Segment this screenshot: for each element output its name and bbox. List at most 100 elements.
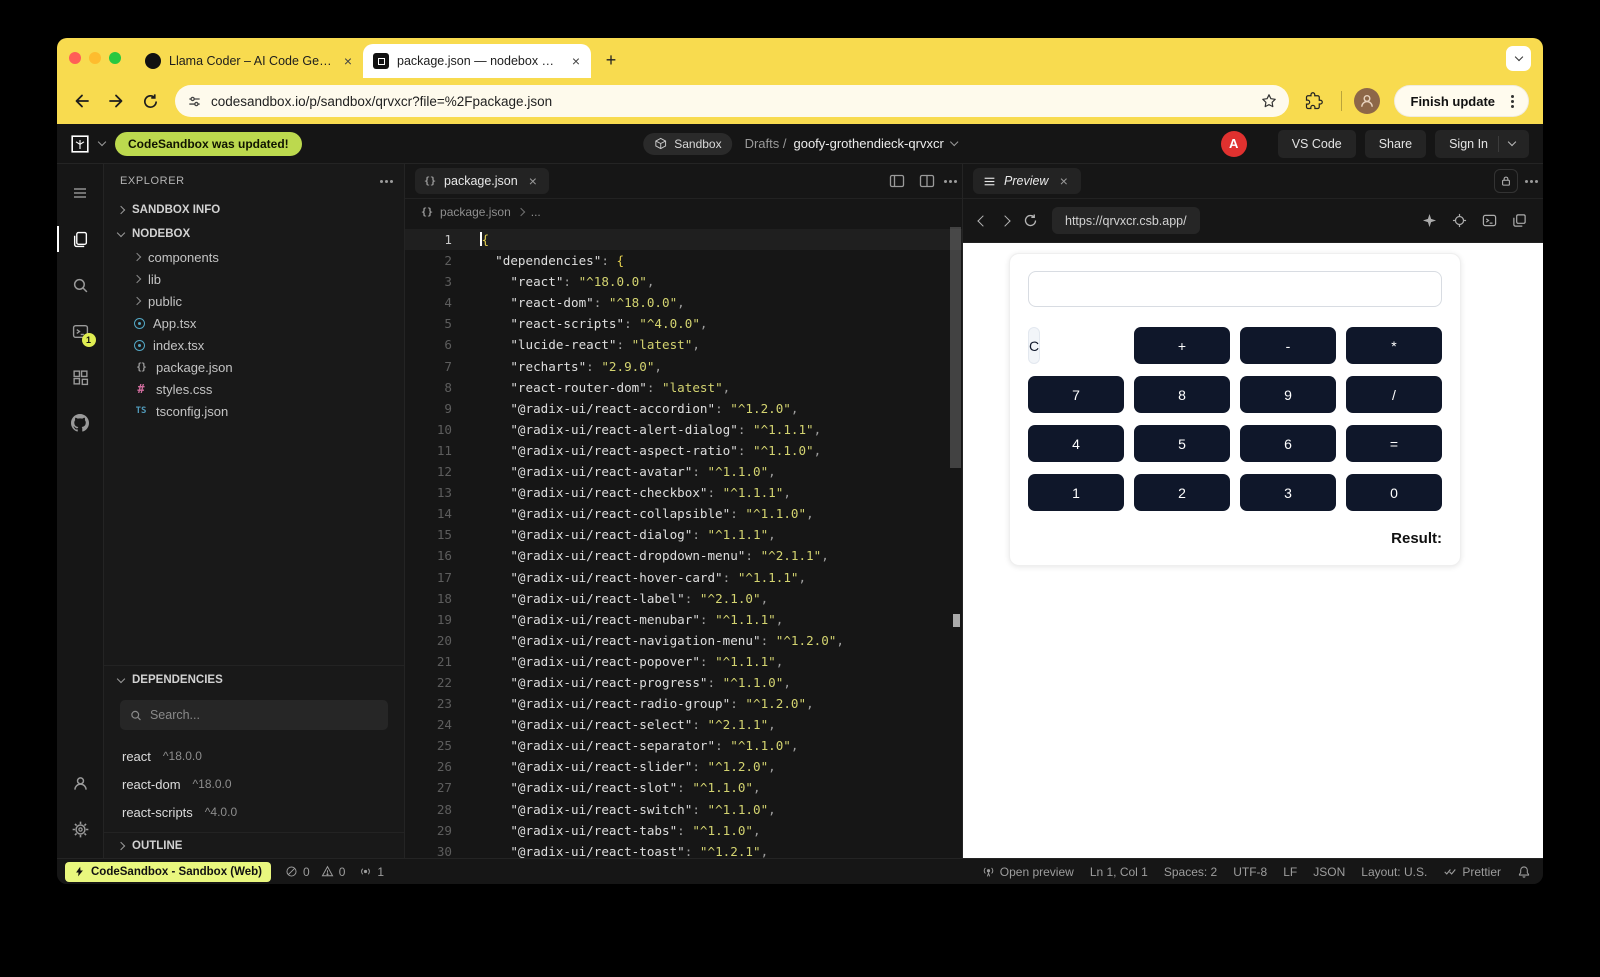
maximize-window-button[interactable] bbox=[109, 52, 121, 64]
extensions-icon[interactable] bbox=[57, 354, 104, 400]
language-mode[interactable]: JSON bbox=[1313, 865, 1345, 879]
tree-file-index.tsx[interactable]: index.tsx bbox=[104, 334, 404, 356]
keyboard-layout[interactable]: Layout: U.S. bbox=[1361, 865, 1427, 879]
lock-icon[interactable] bbox=[1494, 169, 1518, 193]
minimize-window-button[interactable] bbox=[89, 52, 101, 64]
calc-button-equals[interactable]: = bbox=[1346, 425, 1442, 462]
calc-button-digit-7[interactable]: 7 bbox=[1028, 376, 1124, 413]
dependency-search-input[interactable] bbox=[150, 708, 378, 722]
devtools-icon[interactable]: 1 bbox=[57, 308, 104, 354]
calc-button-digit-6[interactable]: 6 bbox=[1240, 425, 1336, 462]
preview-more-icon[interactable] bbox=[1530, 180, 1533, 183]
scrollbar-thumb[interactable] bbox=[950, 227, 961, 468]
editor-tab-package-json[interactable]: {} package.json × bbox=[415, 168, 549, 194]
console-icon[interactable] bbox=[1482, 213, 1497, 228]
close-preview-tab-icon[interactable]: × bbox=[1056, 173, 1070, 189]
sandbox-breadcrumb[interactable]: Drafts / goofy-grothendieck-qrvxcr bbox=[745, 136, 957, 151]
reload-button[interactable] bbox=[135, 86, 165, 116]
finish-update-menu-icon[interactable] bbox=[1511, 100, 1514, 103]
tree-file-tsconfig.json[interactable]: TStsconfig.json bbox=[104, 400, 404, 422]
encoding-setting[interactable]: UTF-8 bbox=[1233, 865, 1267, 879]
editor-scrollbar[interactable] bbox=[950, 225, 961, 858]
dependency-react-scripts[interactable]: react-scripts^4.0.0 bbox=[104, 798, 404, 826]
dependency-react[interactable]: react^18.0.0 bbox=[104, 742, 404, 770]
split-editor-icon[interactable] bbox=[919, 173, 935, 189]
close-editor-tab-icon[interactable]: × bbox=[526, 173, 540, 189]
calc-button-plus[interactable]: + bbox=[1134, 327, 1230, 364]
tree-folder-components[interactable]: components bbox=[104, 246, 404, 268]
ports-indicator[interactable]: 1 bbox=[359, 865, 384, 879]
preview-reload-icon[interactable] bbox=[1023, 213, 1038, 228]
finish-update-button[interactable]: Finish update bbox=[1394, 85, 1530, 117]
address-bar[interactable]: codesandbox.io/p/sandbox/qrvxcr?file=%2F… bbox=[175, 85, 1289, 117]
section-dependencies[interactable]: DEPENDENCIES bbox=[104, 668, 404, 692]
tree-file-App.tsx[interactable]: App.tsx bbox=[104, 312, 404, 334]
problems-indicator[interactable]: 0 0 bbox=[285, 865, 345, 879]
breadcrumb[interactable]: {} package.json ... bbox=[405, 199, 962, 225]
dependency-react-dom[interactable]: react-dom^18.0.0 bbox=[104, 770, 404, 798]
cursor-position[interactable]: Ln 1, Col 1 bbox=[1090, 865, 1148, 879]
calc-button-digit-8[interactable]: 8 bbox=[1134, 376, 1230, 413]
preview-tab[interactable]: Preview × bbox=[973, 168, 1081, 194]
editor-more-icon[interactable] bbox=[949, 180, 952, 183]
code-editor[interactable]: 1{2 "dependencies": {3 "react": "^18.0.0… bbox=[405, 225, 962, 858]
tree-file-package.json[interactable]: {}package.json bbox=[104, 356, 404, 378]
new-tab-button[interactable]: + bbox=[597, 46, 625, 74]
codesandbox-logo[interactable] bbox=[71, 135, 89, 153]
back-button[interactable] bbox=[67, 86, 97, 116]
search-icon[interactable] bbox=[57, 262, 104, 308]
logo-menu-chevron-icon[interactable] bbox=[98, 138, 106, 146]
section-sandbox-info[interactable]: SANDBOX INFO bbox=[104, 198, 404, 222]
section-outline[interactable]: OUTLINE bbox=[104, 832, 404, 858]
browser-tab-llama-coder[interactable]: Llama Coder – AI Code Gener × bbox=[135, 44, 363, 78]
toggle-sidebar-icon[interactable] bbox=[889, 173, 905, 189]
bookmark-star-icon[interactable] bbox=[1261, 93, 1277, 109]
calc-button-digit-9[interactable]: 9 bbox=[1240, 376, 1336, 413]
indent-setting[interactable]: Spaces: 2 bbox=[1164, 865, 1217, 879]
preview-url[interactable]: https://qrvxcr.csb.app/ bbox=[1052, 207, 1200, 234]
open-external-icon[interactable] bbox=[1512, 213, 1527, 228]
sandbox-environment-badge[interactable]: Sandbox bbox=[643, 133, 732, 155]
tree-file-styles.css[interactable]: #styles.css bbox=[104, 378, 404, 400]
calc-button-digit-2[interactable]: 2 bbox=[1134, 474, 1230, 511]
inspect-crosshair-icon[interactable] bbox=[1452, 213, 1467, 228]
calc-button-digit-4[interactable]: 4 bbox=[1028, 425, 1124, 462]
menu-hamburger-icon[interactable] bbox=[57, 170, 104, 216]
account-icon[interactable] bbox=[57, 760, 104, 806]
calc-button-digit-1[interactable]: 1 bbox=[1028, 474, 1124, 511]
settings-gear-icon[interactable] bbox=[57, 806, 104, 852]
calc-button-minus[interactable]: - bbox=[1240, 327, 1336, 364]
open-preview-button[interactable]: Open preview bbox=[982, 865, 1074, 879]
formatter-indicator[interactable]: Prettier bbox=[1443, 865, 1501, 879]
user-avatar[interactable]: A bbox=[1221, 131, 1247, 157]
sign-in-button[interactable]: Sign In bbox=[1435, 130, 1529, 158]
extensions-puzzle-icon[interactable] bbox=[1299, 86, 1329, 116]
calc-button-clear[interactable]: C bbox=[1028, 327, 1040, 364]
forward-button[interactable] bbox=[101, 86, 131, 116]
explorer-more-icon[interactable] bbox=[385, 180, 388, 183]
calc-display-input[interactable] bbox=[1028, 271, 1442, 307]
notifications-bell-icon[interactable] bbox=[1517, 865, 1531, 879]
close-window-button[interactable] bbox=[69, 52, 81, 64]
calc-button-divide[interactable]: / bbox=[1346, 376, 1442, 413]
preview-back-icon[interactable] bbox=[977, 215, 988, 226]
tree-folder-public[interactable]: public bbox=[104, 290, 404, 312]
tab-search-button[interactable] bbox=[1506, 46, 1531, 71]
calc-button-digit-3[interactable]: 3 bbox=[1240, 474, 1336, 511]
preview-forward-icon[interactable] bbox=[999, 215, 1010, 226]
calc-button-digit-5[interactable]: 5 bbox=[1134, 425, 1230, 462]
browser-profile-avatar[interactable] bbox=[1354, 88, 1380, 114]
calc-button-digit-0[interactable]: 0 bbox=[1346, 474, 1442, 511]
site-settings-icon[interactable] bbox=[187, 94, 202, 109]
browser-tab-package-json[interactable]: package.json — nodebox — C × bbox=[363, 44, 591, 78]
ai-sparkle-icon[interactable] bbox=[1422, 213, 1437, 228]
calc-button-multiply[interactable]: * bbox=[1346, 327, 1442, 364]
vscode-button[interactable]: VS Code bbox=[1278, 130, 1356, 158]
close-tab-icon[interactable]: × bbox=[569, 53, 583, 69]
explorer-files-icon[interactable] bbox=[57, 216, 104, 262]
eol-setting[interactable]: LF bbox=[1283, 865, 1297, 879]
close-tab-icon[interactable]: × bbox=[341, 53, 355, 69]
share-button[interactable]: Share bbox=[1365, 130, 1426, 158]
dependency-search[interactable] bbox=[120, 700, 388, 730]
tree-folder-lib[interactable]: lib bbox=[104, 268, 404, 290]
